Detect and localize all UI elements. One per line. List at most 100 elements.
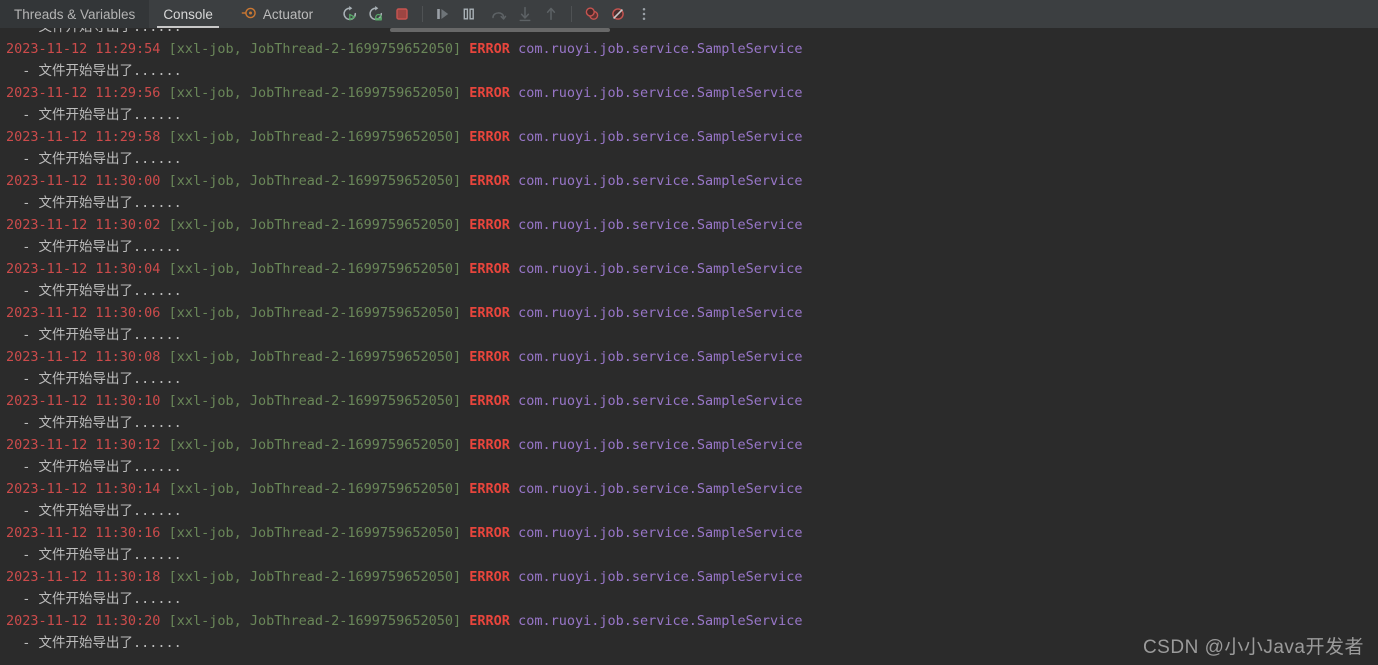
log-thread: [xxl-job, JobThread-2-1699759652050] (168, 437, 470, 453)
pause-program-button[interactable] (456, 0, 482, 28)
console-line-plain: - 文件开始导出了...... (0, 456, 1378, 478)
console-plain-text: - 文件开始导出了...... (6, 591, 182, 607)
watermark: CSDN @小小Java开发者 (1142, 637, 1364, 658)
stop-button[interactable] (389, 0, 415, 28)
log-logger: com.ruoyi.job.service.SampleService (518, 349, 803, 365)
console-line-log: 2023-11-12 11:29:54 [xxl-job, JobThread-… (0, 38, 1378, 60)
console-line-log: 2023-11-12 11:30:04 [xxl-job, JobThread-… (0, 258, 1378, 280)
log-thread: [xxl-job, JobThread-2-1699759652050] (168, 393, 470, 409)
console-line-plain: - 文件开始导出了...... (0, 60, 1378, 82)
mute-breakpoints-button[interactable] (605, 0, 631, 28)
step-out-button[interactable] (538, 0, 564, 28)
console-plain-text: - 文件开始导出了...... (6, 635, 182, 651)
log-timestamp: 2023-11-12 11:30:02 (6, 217, 169, 233)
console-line-plain: - 文件开始导出了...... (0, 236, 1378, 258)
log-thread: [xxl-job, JobThread-2-1699759652050] (168, 217, 470, 233)
log-thread: [xxl-job, JobThread-2-1699759652050] (168, 569, 470, 585)
console-plain-text: - 文件开始导出了...... (6, 107, 182, 123)
log-timestamp: 2023-11-12 11:30:00 (6, 173, 169, 189)
console-line-log: 2023-11-12 11:30:10 [xxl-job, JobThread-… (0, 390, 1378, 412)
step-over-button[interactable] (486, 0, 512, 28)
toolbar-gap (327, 0, 337, 28)
tab-threads-and-variables-label: Threads & Variables (14, 6, 136, 22)
log-level: ERROR (469, 305, 519, 321)
resume-program-button[interactable] (430, 0, 456, 28)
tab-console[interactable]: Console (149, 0, 227, 28)
console-log-lines: - 文件开始导出了...... 2023-11-12 11:29:54 [xxl-… (0, 28, 1378, 654)
log-thread: [xxl-job, JobThread-2-1699759652050] (168, 481, 470, 497)
step-into-button[interactable] (512, 0, 538, 28)
log-thread: [xxl-job, JobThread-2-1699759652050] (168, 173, 470, 189)
more-options-button[interactable] (631, 0, 657, 28)
console-plain-text: - 文件开始导出了...... (6, 283, 182, 299)
console-plain-text: - 文件开始导出了...... (6, 415, 182, 431)
view-breakpoints-button[interactable] (579, 0, 605, 28)
console-line-log: 2023-11-12 11:29:58 [xxl-job, JobThread-… (0, 126, 1378, 148)
console-line-plain: - 文件开始导出了...... (0, 588, 1378, 610)
console-plain-text: - 文件开始导出了...... (6, 63, 182, 79)
log-logger: com.ruoyi.job.service.SampleService (518, 437, 803, 453)
log-logger: com.ruoyi.job.service.SampleService (518, 569, 803, 585)
console-line-plain: - 文件开始导出了...... (0, 324, 1378, 346)
log-level: ERROR (469, 525, 519, 541)
rerun-button[interactable] (337, 0, 363, 28)
console-line-plain: - 文件开始导出了...... (0, 368, 1378, 390)
console-line-log: 2023-11-12 11:30:16 [xxl-job, JobThread-… (0, 522, 1378, 544)
log-timestamp: 2023-11-12 11:29:58 (6, 129, 169, 145)
log-thread: [xxl-job, JobThread-2-1699759652050] (168, 85, 470, 101)
tab-actuator[interactable]: Actuator (227, 0, 327, 28)
log-logger: com.ruoyi.job.service.SampleService (518, 525, 803, 541)
log-level: ERROR (469, 85, 519, 101)
log-logger: com.ruoyi.job.service.SampleService (518, 129, 803, 145)
tab-actuator-label: Actuator (262, 6, 314, 22)
log-logger: com.ruoyi.job.service.SampleService (518, 261, 803, 277)
log-logger: com.ruoyi.job.service.SampleService (518, 217, 803, 233)
console-line-log: 2023-11-12 11:30:14 [xxl-job, JobThread-… (0, 478, 1378, 500)
console-line-log: 2023-11-12 11:30:18 [xxl-job, JobThread-… (0, 566, 1378, 588)
log-level: ERROR (469, 613, 519, 629)
console-plain-text: - 文件开始导出了...... (6, 151, 182, 167)
log-thread: [xxl-job, JobThread-2-1699759652050] (168, 41, 470, 57)
debug-toolbar: Threads & Variables Console Actuator (0, 0, 1378, 28)
log-level: ERROR (469, 129, 519, 145)
console-plain-text: - 文件开始导出了...... (6, 371, 182, 387)
console-line-plain: - 文件开始导出了...... (0, 544, 1378, 566)
log-level: ERROR (469, 393, 519, 409)
log-level: ERROR (469, 481, 519, 497)
console-output-panel[interactable]: - 文件开始导出了...... 2023-11-12 11:29:54 [xxl-… (0, 28, 1378, 665)
log-logger: com.ruoyi.job.service.SampleService (518, 85, 803, 101)
log-logger: com.ruoyi.job.service.SampleService (518, 613, 803, 629)
log-thread: [xxl-job, JobThread-2-1699759652050] (168, 305, 470, 321)
log-logger: com.ruoyi.job.service.SampleService (518, 481, 803, 497)
log-timestamp: 2023-11-12 11:30:04 (6, 261, 169, 277)
console-line-plain: - 文件开始导出了...... (0, 500, 1378, 522)
log-timestamp: 2023-11-12 11:29:54 (6, 41, 169, 57)
tab-threads-and-variables[interactable]: Threads & Variables (0, 0, 150, 28)
console-plain-text: - 文件开始导出了...... (6, 239, 182, 255)
log-level: ERROR (469, 41, 519, 57)
console-line-plain: - 文件开始导出了...... (0, 148, 1378, 170)
log-timestamp: 2023-11-12 11:29:56 (6, 85, 169, 101)
console-plain-text: - 文件开始导出了...... (6, 503, 182, 519)
log-thread: [xxl-job, JobThread-2-1699759652050] (168, 261, 470, 277)
log-thread: [xxl-job, JobThread-2-1699759652050] (168, 349, 470, 365)
console-line-plain: - 文件开始导出了...... (0, 412, 1378, 434)
log-timestamp: 2023-11-12 11:30:06 (6, 305, 169, 321)
console-plain-text: - 文件开始导出了...... (6, 195, 182, 211)
console-line-plain: - 文件开始导出了...... (0, 28, 1378, 38)
log-level: ERROR (469, 349, 519, 365)
log-timestamp: 2023-11-12 11:30:12 (6, 437, 169, 453)
console-plain-text: - 文件开始导出了...... (6, 459, 182, 475)
console-line-log: 2023-11-12 11:29:56 [xxl-job, JobThread-… (0, 82, 1378, 104)
log-thread: [xxl-job, JobThread-2-1699759652050] (168, 525, 470, 541)
actuator-icon (241, 5, 257, 24)
console-line-log: 2023-11-12 11:30:08 [xxl-job, JobThread-… (0, 346, 1378, 368)
log-logger: com.ruoyi.job.service.SampleService (518, 305, 803, 321)
tab-console-label: Console (163, 6, 213, 22)
console-line-log: 2023-11-12 11:30:20 [xxl-job, JobThread-… (0, 610, 1378, 632)
log-logger: com.ruoyi.job.service.SampleService (518, 393, 803, 409)
rerun-debug-button[interactable] (363, 0, 389, 28)
console-line-plain: - 文件开始导出了...... (0, 104, 1378, 126)
console-line-log: 2023-11-12 11:30:12 [xxl-job, JobThread-… (0, 434, 1378, 456)
log-thread: [xxl-job, JobThread-2-1699759652050] (168, 129, 470, 145)
